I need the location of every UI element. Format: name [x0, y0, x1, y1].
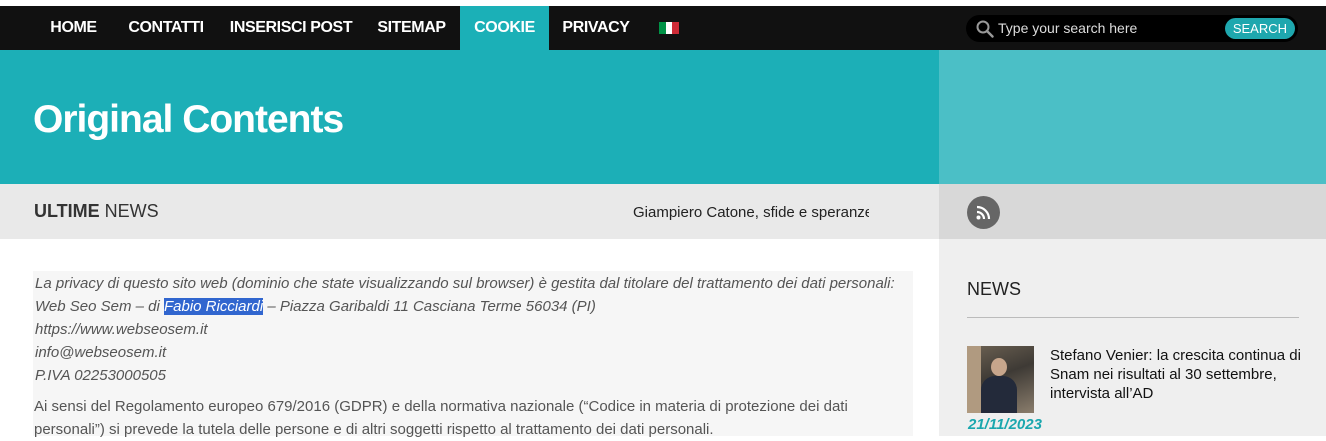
ticker-label-rest: NEWS	[104, 201, 159, 221]
privacy-address: – Piazza Garibaldi 11 Casciana Terme 560…	[263, 298, 596, 315]
top-navigation-bar: HOME CONTATTI INSERISCI POST SITEMAP COO…	[0, 6, 1326, 50]
italy-flag-icon[interactable]	[659, 22, 680, 34]
rss-button[interactable]	[967, 196, 1000, 229]
flag-stripe-red	[672, 22, 680, 34]
nav-contatti[interactable]: CONTATTI	[113, 6, 219, 50]
nav-sitemap[interactable]: SITEMAP	[363, 6, 460, 50]
hero-banner: Original Contents	[0, 50, 939, 184]
vat-number: P.IVA 02253000505	[35, 367, 166, 384]
news-ticker: ULTIME NEWS Giampiero Catone, sfide e sp…	[0, 184, 939, 239]
privacy-info: La privacy di questo sito web (dominio c…	[35, 272, 915, 387]
nav-cookie[interactable]: COOKIE	[460, 6, 549, 50]
ticker-headline-link[interactable]: Giampiero Catone, sfide e speranze	[633, 204, 869, 221]
nav-home[interactable]: HOME	[34, 6, 113, 50]
ticker-side-panel	[939, 184, 1326, 239]
search-box: SEARCH	[966, 15, 1298, 42]
hero-side-panel	[939, 50, 1326, 184]
thumbnail-person-body	[981, 376, 1017, 413]
sidebar-title: NEWS	[967, 279, 1021, 299]
privacy-owner-prefix: Web Seo Sem – di	[35, 298, 164, 315]
sidebar-divider	[967, 317, 1299, 318]
news-headline-link[interactable]: Stefano Venier: la crescita continua di …	[1050, 346, 1310, 403]
search-input[interactable]	[998, 18, 1188, 38]
search-button[interactable]: SEARCH	[1224, 18, 1295, 39]
flag-stripe-green	[659, 22, 666, 34]
search-icon	[976, 20, 994, 38]
nav-inserisci-post[interactable]: INSERISCI POST	[219, 6, 363, 50]
gdpr-paragraph: Ai sensi del Regolamento europeo 679/201…	[34, 398, 848, 438]
website-link[interactable]: https://www.webseosem.it	[35, 318, 915, 341]
privacy-line-1: La privacy di questo sito web (dominio c…	[35, 275, 895, 292]
rss-icon	[976, 205, 991, 220]
news-date: 21/11/2023	[968, 416, 1042, 433]
thumbnail-person-head	[991, 358, 1007, 376]
email-link[interactable]: info@webseosem.it	[35, 341, 915, 364]
sidebar: NEWS Stefano Venier: la crescita continu…	[939, 239, 1326, 436]
nav-privacy[interactable]: PRIVACY	[549, 6, 643, 50]
site-title[interactable]: Original Contents	[33, 98, 344, 142]
ticker-label-bold: ULTIME	[34, 201, 100, 221]
ticker-label: ULTIME NEWS	[34, 201, 159, 222]
news-thumbnail[interactable]	[967, 346, 1034, 413]
privacy-line-2: Web Seo Sem – di Fabio Ricciardi – Piazz…	[35, 295, 915, 318]
selected-owner-name: Fabio Ricciardi	[163, 298, 264, 315]
thumbnail-background	[967, 346, 981, 413]
flag-stripe-white	[665, 22, 673, 34]
